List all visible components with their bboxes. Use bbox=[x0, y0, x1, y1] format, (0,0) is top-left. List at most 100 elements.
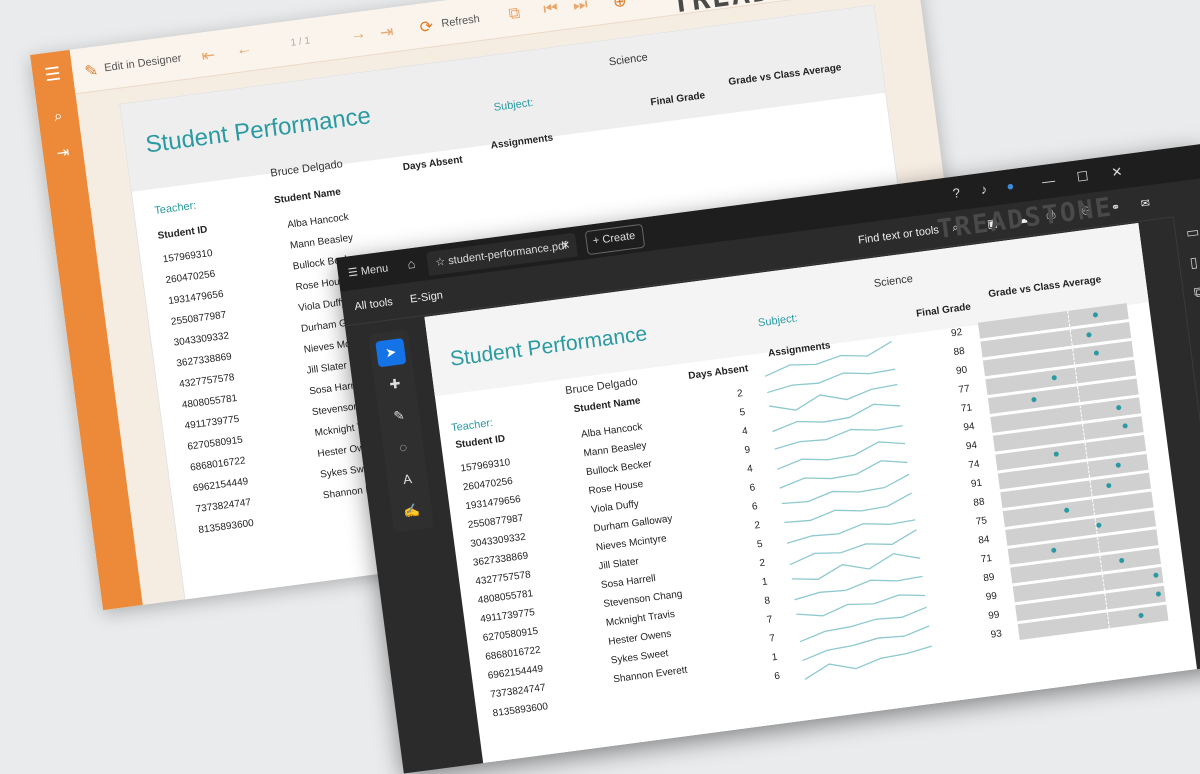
final-grade-cell: 99 bbox=[987, 609, 1001, 622]
student-name-cell: Sosa Harrell bbox=[600, 573, 657, 592]
home-icon[interactable]: ⌂ bbox=[406, 256, 416, 272]
text-tool-icon[interactable]: A bbox=[392, 465, 423, 494]
days-absent-cell: 6 bbox=[748, 482, 756, 494]
export-icon[interactable]: ⇥ bbox=[42, 141, 84, 164]
last-page-icon[interactable]: ⇥ bbox=[379, 21, 395, 43]
student-name-cell: Mcknight Travis bbox=[605, 608, 676, 629]
refresh-icon[interactable]: ⟳ bbox=[418, 16, 435, 38]
student-id-cell: 157969310 bbox=[162, 247, 214, 266]
student-id-cell: 6868016722 bbox=[189, 455, 247, 474]
student-name-cell: Jill Slater bbox=[597, 556, 640, 573]
maximize-icon[interactable]: ☐ bbox=[1076, 168, 1090, 185]
pencil-icon[interactable]: ✎ bbox=[83, 60, 100, 82]
select-tool-icon[interactable]: ➤ bbox=[375, 337, 407, 368]
student-name-cell: Alba Hancock bbox=[580, 421, 644, 441]
assignment-sparkline bbox=[804, 645, 932, 680]
days-absent-cell: 4 bbox=[746, 463, 754, 476]
bookmark-panel-icon[interactable]: ▯ bbox=[1189, 254, 1199, 272]
mail-icon[interactable]: ✉ bbox=[1140, 196, 1151, 210]
close-tab-icon[interactable]: ✕ bbox=[560, 238, 571, 252]
all-tools-button[interactable]: All tools bbox=[354, 296, 394, 313]
assignment-sparkline bbox=[779, 460, 908, 489]
student-name-cell: Viola Duffy bbox=[590, 498, 640, 516]
first-page-icon[interactable]: ⇤ bbox=[200, 45, 217, 67]
help-icon[interactable]: ? bbox=[952, 185, 961, 201]
plus-icon: + bbox=[592, 234, 601, 248]
final-grade-cell: 92 bbox=[950, 326, 963, 340]
pages-panel-icon[interactable]: ⧉ bbox=[1193, 283, 1200, 301]
days-absent-cell: 2 bbox=[758, 557, 766, 570]
student-grade-dot bbox=[1155, 591, 1161, 597]
student-id-cell: 6270580915 bbox=[482, 625, 539, 645]
rewind-icon[interactable]: ⏮ bbox=[542, 0, 559, 20]
final-grade-cell: 71 bbox=[980, 552, 993, 566]
final-grade-cell: 93 bbox=[990, 628, 1003, 641]
lasso-tool-icon[interactable]: ◌ bbox=[388, 433, 419, 462]
student-id-cell: 3043309332 bbox=[469, 531, 527, 550]
menu-button[interactable]: ☰ Menu bbox=[347, 261, 389, 279]
close-window-icon[interactable]: ✕ bbox=[1111, 164, 1124, 181]
next-page-icon[interactable]: → bbox=[349, 25, 367, 45]
assignment-sparkline bbox=[794, 575, 923, 601]
hamburger-menu-icon[interactable]: ☰ bbox=[32, 62, 74, 88]
assignments-sparklines bbox=[764, 340, 932, 680]
final-grade-cell: 84 bbox=[977, 534, 991, 547]
teacher-label: Teacher: bbox=[153, 199, 198, 218]
bell-icon[interactable]: ♪ bbox=[980, 181, 988, 197]
student-id-cell: 4911739775 bbox=[479, 607, 536, 626]
find-text-input[interactable]: Find text or tools bbox=[857, 224, 939, 247]
student-id-cell: 6270580915 bbox=[186, 434, 244, 453]
avatar[interactable]: ● bbox=[1005, 178, 1015, 194]
student-id-cell: 3627338869 bbox=[175, 351, 233, 370]
play-icon[interactable]: ⏭ bbox=[572, 0, 589, 16]
create-button[interactable]: + Create bbox=[584, 223, 646, 256]
fit-page-icon[interactable]: ⧉ bbox=[508, 5, 522, 24]
edit-in-designer-button[interactable]: Edit in Designer bbox=[104, 52, 183, 74]
previous-page-icon[interactable]: ← bbox=[235, 40, 253, 60]
search-icon[interactable]: ⌕ bbox=[37, 105, 79, 127]
days-absent-cell: 8 bbox=[763, 595, 771, 607]
final-grade-cell: 74 bbox=[967, 458, 981, 472]
refresh-button[interactable]: Refresh bbox=[441, 13, 481, 30]
days-absent-cell: 9 bbox=[743, 444, 751, 457]
student-id-cell: 6962154449 bbox=[192, 476, 249, 495]
comments-panel-icon[interactable]: ▭ bbox=[1185, 223, 1200, 242]
pen-tool-icon[interactable]: ✎ bbox=[384, 401, 415, 430]
student-id-cell: 3627338869 bbox=[472, 550, 529, 569]
student-id-cell: 7373824747 bbox=[489, 682, 547, 701]
student-name-cell: Shannon Everett bbox=[612, 664, 689, 686]
student-name-cell: Sykes Sweet bbox=[610, 648, 669, 667]
assignment-sparkline bbox=[768, 383, 898, 411]
student-id-cell: 2550877987 bbox=[170, 309, 227, 328]
student-id-cell: 7373824747 bbox=[195, 497, 252, 516]
student-grade-dot bbox=[1093, 350, 1099, 356]
student-id-cell: 8135893600 bbox=[197, 517, 255, 537]
student-name-cell: Stevenson Chang bbox=[602, 588, 684, 610]
pdf-page: TREADSTONE Student Performance Subject: … bbox=[424, 192, 1200, 774]
signature-tool-icon[interactable]: ✍ bbox=[396, 497, 427, 526]
zoom-icon[interactable]: ⊕ bbox=[612, 0, 628, 12]
student-id-cell: 6962154449 bbox=[487, 663, 544, 682]
tool-rail: ➤ ✚ ✎ ◌ A ✍ bbox=[368, 329, 435, 533]
student-id-cell: 4327757578 bbox=[474, 569, 532, 588]
student-id-cell: 8135893600 bbox=[492, 701, 549, 720]
minimize-icon[interactable]: — bbox=[1041, 173, 1056, 190]
student-id-cell: 4808055781 bbox=[477, 588, 534, 607]
assignment-sparkline bbox=[781, 473, 910, 505]
column-header-days-absent: Days Absent bbox=[687, 363, 749, 382]
student-id-cell: 1931479656 bbox=[167, 288, 225, 308]
student-grade-dot bbox=[1050, 375, 1057, 381]
assignment-sparkline bbox=[772, 403, 901, 433]
star-icon[interactable]: ☆ bbox=[435, 256, 446, 269]
assignment-sparkline bbox=[789, 529, 917, 566]
student-name-cell: Jill Slater bbox=[305, 360, 348, 377]
final-grade-cell: 88 bbox=[952, 345, 966, 359]
student-name-cell: Mann Beasley bbox=[289, 232, 354, 252]
student-id-cell: 3043309332 bbox=[173, 330, 230, 349]
student-id-cell: 6868016722 bbox=[484, 644, 542, 663]
days-absent-cell: 6 bbox=[773, 670, 781, 683]
student-name-cell: Hester Owens bbox=[607, 628, 673, 648]
esign-button[interactable]: E-Sign bbox=[409, 289, 443, 305]
days-absent-cell: 1 bbox=[771, 651, 779, 664]
comment-tool-icon[interactable]: ✚ bbox=[379, 370, 410, 399]
